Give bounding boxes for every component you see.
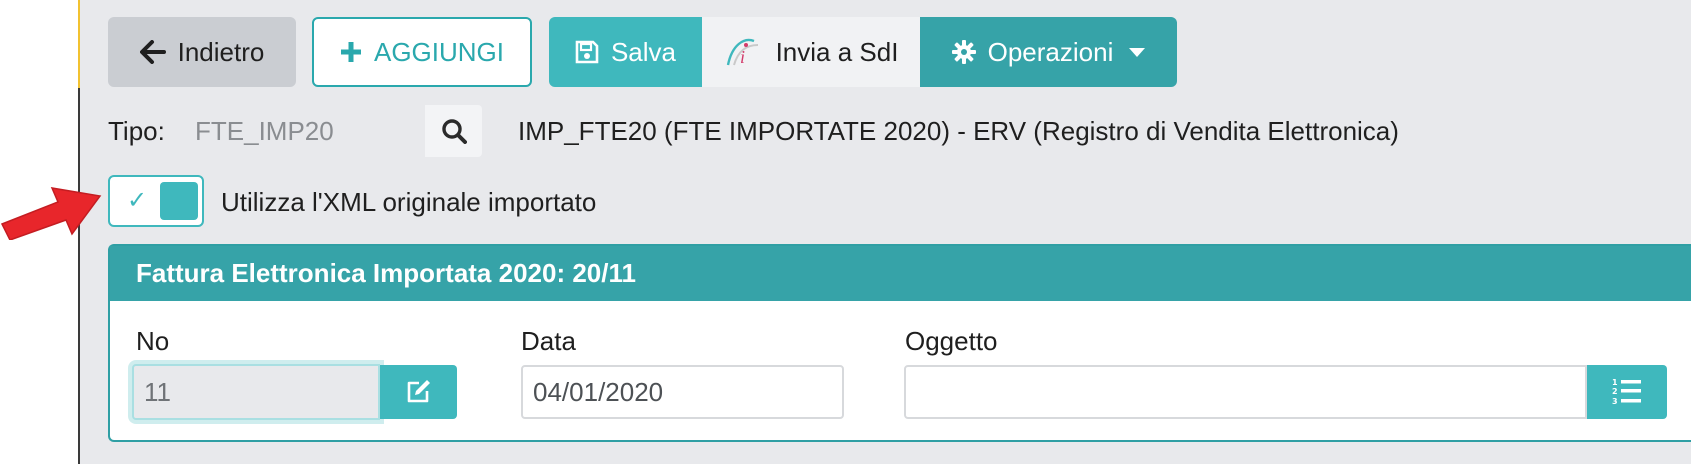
operations-button-label: Operazioni <box>987 36 1114 67</box>
svg-text:i: i <box>740 47 745 67</box>
data-input[interactable] <box>521 365 844 419</box>
caret-down-icon <box>1129 47 1146 57</box>
tipo-search-button[interactable] <box>425 105 482 157</box>
use-original-xml-toggle[interactable]: ✓ <box>108 175 204 227</box>
search-icon <box>441 119 467 144</box>
no-input[interactable] <box>132 364 380 420</box>
save-button[interactable]: Salva <box>549 17 702 87</box>
edit-icon <box>407 380 430 403</box>
focus-indicator <box>78 0 80 88</box>
toggle-knob <box>160 182 198 220</box>
svg-text:1: 1 <box>1612 378 1618 387</box>
invoice-panel: Fattura Elettronica Importata 2020: 20/1… <box>108 244 1691 442</box>
svg-text:3: 3 <box>1612 397 1618 406</box>
numbered-list-icon: 1 2 3 <box>1612 378 1641 406</box>
plus-icon <box>340 42 361 62</box>
save-button-label: Salva <box>610 36 677 67</box>
oggetto-label: Oggetto <box>905 326 998 356</box>
tipo-label: Tipo: <box>108 116 165 146</box>
tipo-description: IMP_FTE20 (FTE IMPORTATE 2020) - ERV (Re… <box>518 116 1399 146</box>
no-edit-button[interactable] <box>380 365 457 419</box>
panel-header: Fattura Elettronica Importata 2020: 20/1… <box>110 246 1691 301</box>
svg-text:2: 2 <box>1612 387 1618 396</box>
arrow-left-icon <box>139 40 166 64</box>
back-button[interactable]: Indietro <box>108 17 296 87</box>
tipo-input[interactable] <box>187 105 425 157</box>
no-label: No <box>136 326 170 356</box>
add-button-label: AGGIUNGI <box>373 36 504 67</box>
sdi-logo-icon: i <box>726 38 758 67</box>
gear-icon <box>951 40 976 64</box>
oggetto-input[interactable] <box>904 365 1587 419</box>
send-sdi-button[interactable]: i Invia a SdI <box>702 17 920 87</box>
add-button[interactable]: AGGIUNGI <box>312 17 532 87</box>
use-original-xml-label: Utilizza l'XML originale importato <box>221 187 597 217</box>
send-sdi-button-label: Invia a SdI <box>775 36 899 67</box>
back-button-label: Indietro <box>177 36 265 67</box>
no-field-group <box>132 364 457 420</box>
panel-title: Fattura Elettronica Importata 2020: 20/1… <box>136 258 636 288</box>
oggetto-list-button[interactable]: 1 2 3 <box>1587 365 1667 419</box>
check-icon: ✓ <box>127 186 148 214</box>
operations-dropdown-button[interactable]: Operazioni <box>920 17 1177 87</box>
annotation-arrow <box>0 187 102 240</box>
data-label: Data <box>521 326 576 356</box>
save-icon <box>575 40 599 64</box>
